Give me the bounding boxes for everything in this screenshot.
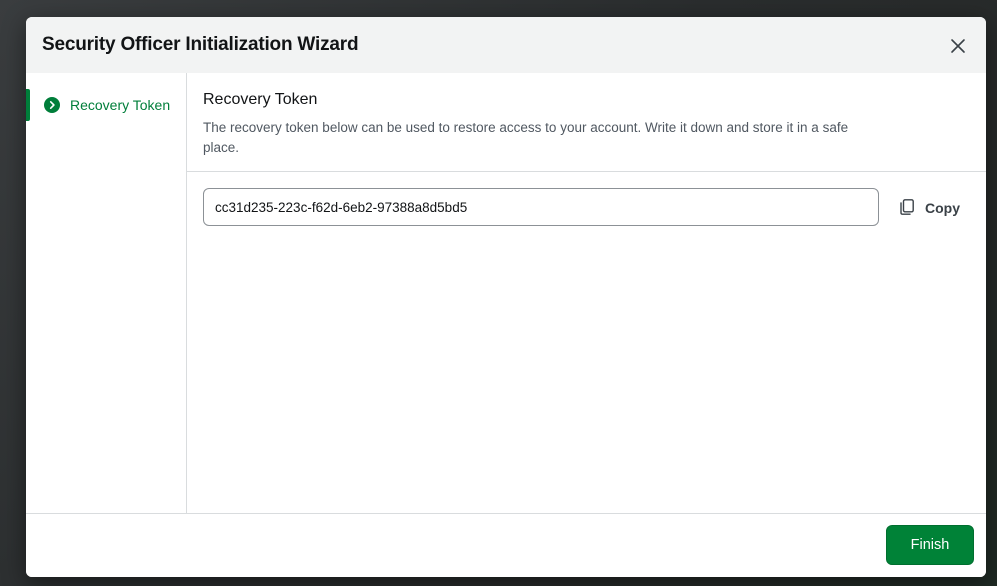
dialog-header: Security Officer Initialization Wizard [26,17,986,73]
copy-label: Copy [925,200,960,216]
section-description: The recovery token below can be used to … [203,120,849,155]
dialog-title: Security Officer Initialization Wizard [42,34,359,55]
content-header: Recovery Token The recovery token below … [187,73,986,172]
active-step-indicator [26,89,30,121]
wizard-steps-sidebar: Recovery Token [26,73,187,513]
wizard-dialog: Security Officer Initialization Wizard R… [26,17,986,577]
step-label: Recovery Token [70,97,171,113]
chevron-right-circle-icon [44,97,60,113]
copy-button[interactable]: Copy [896,191,976,223]
wizard-content: Recovery Token The recovery token below … [187,73,986,513]
section-title: Recovery Token [203,91,318,108]
copy-icon [900,199,914,215]
finish-button[interactable]: Finish [886,525,974,565]
close-icon [951,39,965,53]
step-recovery-token[interactable]: Recovery Token [26,89,186,123]
dialog-footer: Finish [26,513,986,577]
recovery-token-field[interactable] [203,188,879,226]
close-button[interactable] [946,34,970,58]
